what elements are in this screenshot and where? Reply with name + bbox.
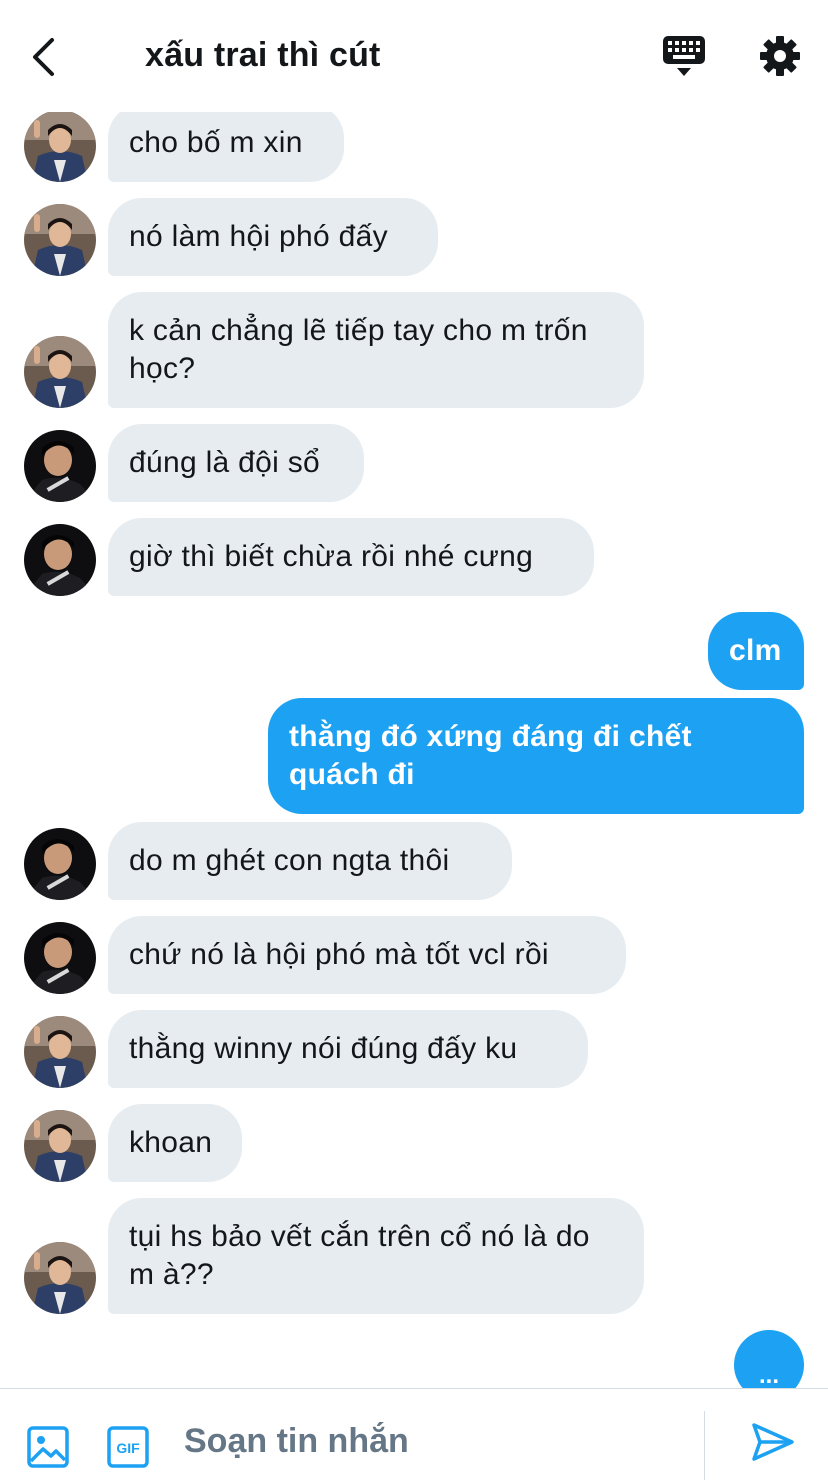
- add-gif-button[interactable]: GIF: [106, 1425, 150, 1469]
- avatar[interactable]: [24, 1016, 96, 1088]
- keyboard-button[interactable]: [660, 32, 708, 80]
- avatar[interactable]: [24, 336, 96, 408]
- message-bubble-incoming[interactable]: do m ghét con ngta thôi: [108, 822, 512, 900]
- message-bubble-incoming[interactable]: k cản chẳng lẽ tiếp tay cho m trốn học?: [108, 292, 644, 408]
- message-bubble-outgoing[interactable]: thằng đó xứng đáng đi chết quách đi: [268, 698, 804, 814]
- back-button[interactable]: [26, 32, 66, 82]
- message-bubble-incoming[interactable]: giờ thì biết chừa rồi nhé cưng: [108, 518, 594, 596]
- gif-icon: GIF: [107, 1426, 149, 1468]
- add-image-button[interactable]: [26, 1425, 70, 1469]
- avatar[interactable]: [24, 828, 96, 900]
- typing-indicator: ...: [734, 1330, 804, 1388]
- message-bubble-incoming[interactable]: chứ nó là hội phó mà tốt vcl rồi: [108, 916, 626, 994]
- settings-button[interactable]: [756, 32, 804, 80]
- gear-icon: [760, 36, 800, 76]
- send-button[interactable]: [750, 1419, 796, 1465]
- avatar[interactable]: [24, 1242, 96, 1314]
- avatar[interactable]: [24, 110, 96, 182]
- image-icon: [27, 1426, 69, 1468]
- svg-text:GIF: GIF: [116, 1440, 140, 1456]
- message-thread[interactable]: cho bố m xin nó làm hội phó đấy k cản ch…: [0, 0, 828, 1388]
- send-icon: [752, 1423, 794, 1461]
- message-bubble-incoming[interactable]: thằng winny nói đúng đấy ku: [108, 1010, 588, 1088]
- message-bubble-incoming[interactable]: đúng là đội sổ: [108, 424, 364, 502]
- message-bubble-incoming[interactable]: tụi hs bảo vết cắn trên cổ nó là do m à?…: [108, 1198, 644, 1314]
- avatar[interactable]: [24, 1110, 96, 1182]
- message-bubble-incoming[interactable]: cho bố m xin: [108, 104, 344, 182]
- conversation-title: xấu trai thì cút: [145, 36, 381, 74]
- conversation-header: xấu trai thì cút: [0, 0, 828, 112]
- chevron-left-icon: [33, 38, 54, 76]
- message-composer: GIF: [0, 1388, 828, 1480]
- avatar[interactable]: [24, 922, 96, 994]
- message-bubble-incoming[interactable]: nó làm hội phó đấy: [108, 198, 438, 276]
- avatar[interactable]: [24, 430, 96, 502]
- keyboard-icon: [663, 36, 705, 76]
- compose-message-input[interactable]: [184, 1415, 684, 1467]
- avatar[interactable]: [24, 204, 96, 276]
- composer-divider: [704, 1411, 705, 1480]
- message-bubble-incoming[interactable]: khoan: [108, 1104, 242, 1182]
- avatar[interactable]: [24, 524, 96, 596]
- message-bubble-outgoing[interactable]: clm: [708, 612, 804, 690]
